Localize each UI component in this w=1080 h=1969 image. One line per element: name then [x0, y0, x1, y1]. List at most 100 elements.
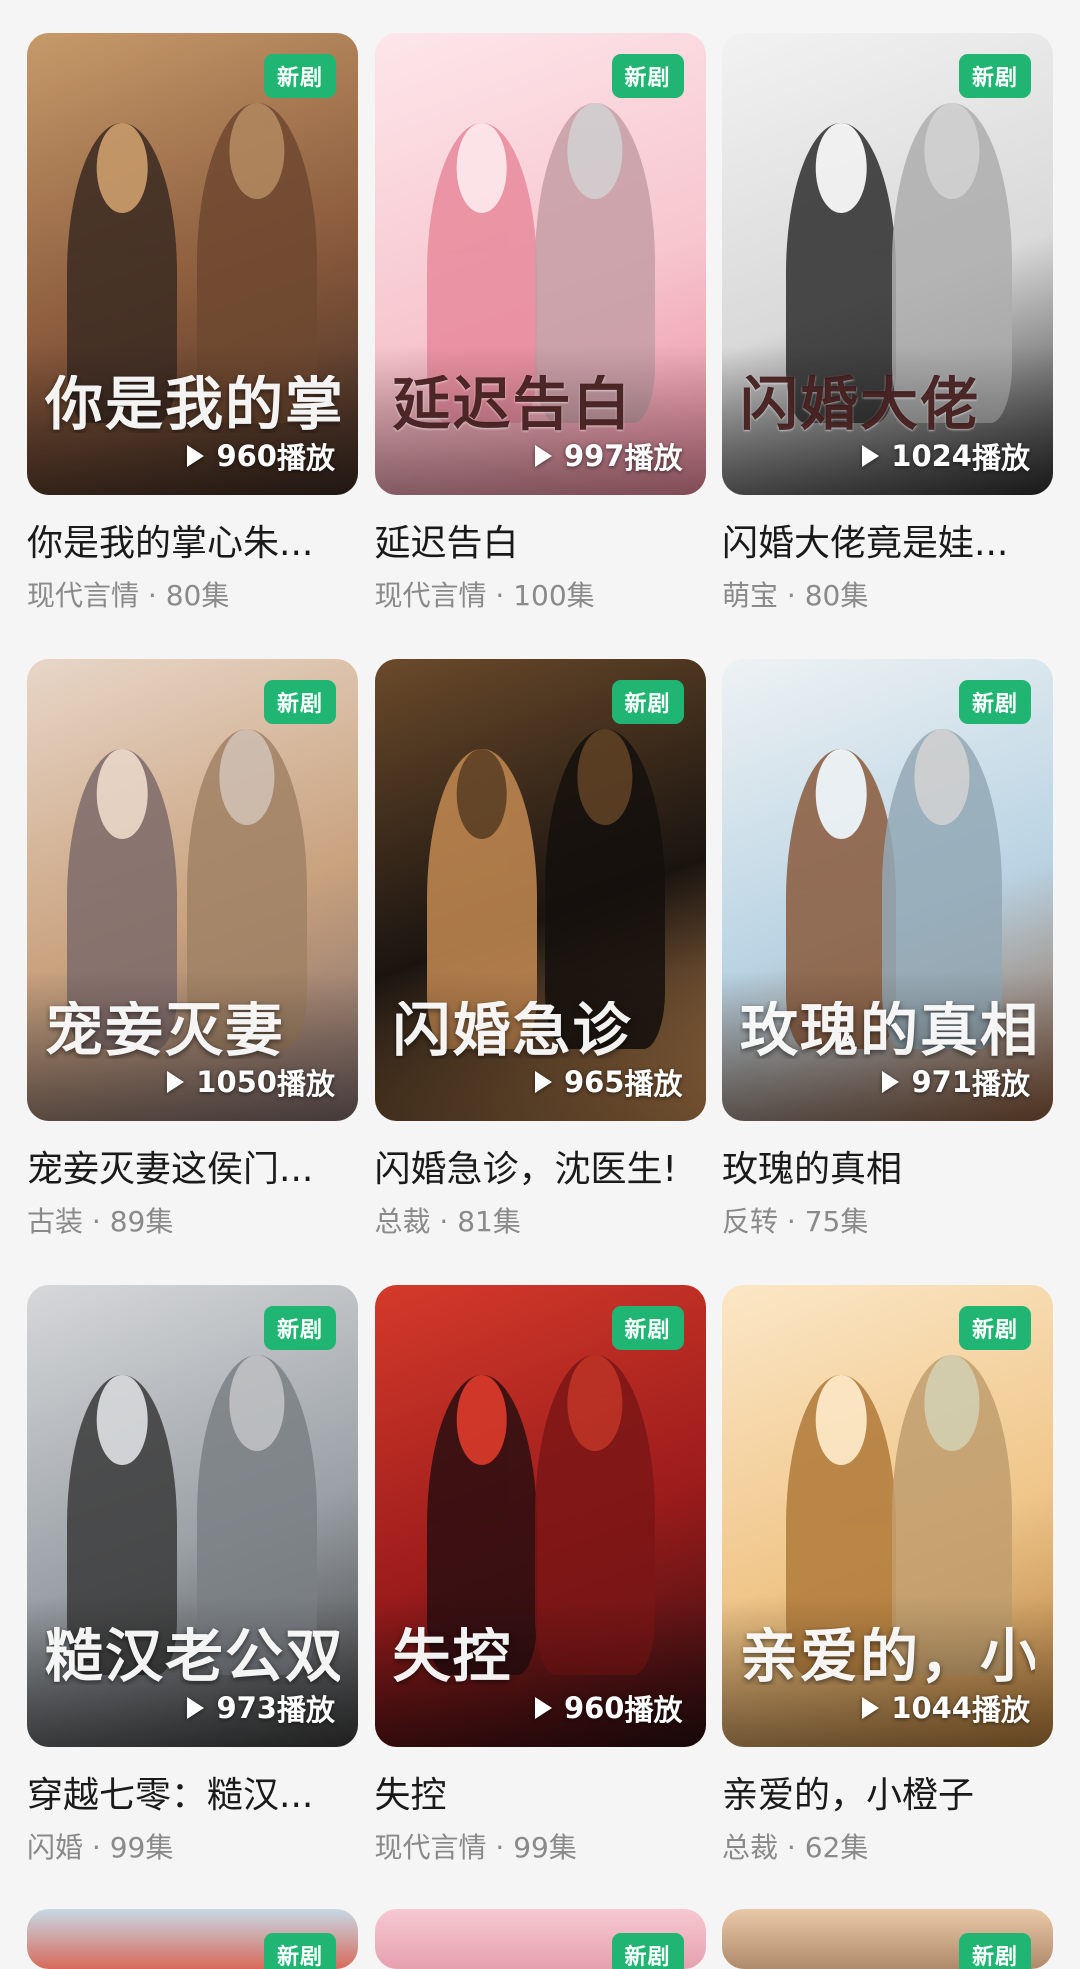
drama-episodes: 80集 [165, 579, 230, 612]
play-count: 1024 播放 [862, 435, 1030, 477]
play-count-number: 1044 [891, 1691, 972, 1725]
play-count-suffix: 播放 [971, 441, 1030, 475]
drama-title[interactable]: 闪婚急诊，沈医生! [375, 1149, 706, 1191]
new-drama-badge: 新剧 [264, 54, 336, 98]
new-drama-badge: 新剧 [959, 1933, 1031, 1969]
drama-genre: 现代言情 [374, 1831, 487, 1864]
new-drama-badge: 新剧 [611, 1306, 684, 1350]
play-count-number: 1024 [891, 439, 972, 473]
play-count-number: 971 [911, 1065, 972, 1099]
play-count: 973 播放 [187, 1687, 335, 1729]
drama-genre: 现代言情 [27, 579, 140, 612]
drama-title[interactable]: 亲爱的，小橙子 [722, 1775, 1053, 1817]
play-icon [534, 1697, 552, 1719]
drama-episodes: 100集 [513, 579, 595, 612]
new-drama-badge: 新剧 [959, 54, 1031, 98]
drama-poster[interactable]: 玫瑰的真相 新剧 971 播放 [722, 659, 1053, 1121]
play-icon [187, 445, 205, 467]
drama-title[interactable]: 延迟告白 [375, 523, 706, 565]
drama-poster[interactable]: 闪婚急诊 新剧 965 播放 [374, 659, 706, 1121]
drama-poster-partial[interactable]: 新剧 [722, 1909, 1053, 1969]
drama-poster[interactable]: 失控 新剧 960 播放 [374, 1285, 706, 1747]
drama-poster[interactable]: 糙汉老公双开门 新剧 973 播放 [27, 1285, 358, 1747]
drama-poster[interactable]: 你是我的掌心朱砂痣 新剧 960 播放 [27, 33, 358, 495]
drama-episodes: 99集 [109, 1831, 174, 1864]
play-count: 971 播放 [882, 1061, 1030, 1103]
drama-card[interactable]: 糙汉老公双开门 新剧 973 播放 穿越七零：糙汉... 闪婚 · 99集 [27, 1285, 358, 1911]
drama-card[interactable]: 宠妾灭妻 新剧 1050 播放 宠妾灭妻这侯门... 古装 · 89集 [27, 659, 358, 1285]
drama-poster[interactable]: 闪婚大佬 新剧 1024 播放 [722, 33, 1053, 495]
poster-title-art: 闪婚大佬 [740, 375, 981, 433]
drama-episodes: 89集 [109, 1205, 174, 1238]
drama-card[interactable]: 失控 新剧 960 播放 失控 现代言情 · 99集 [374, 1285, 706, 1911]
play-icon [167, 1071, 185, 1093]
play-count: 960 播放 [187, 435, 335, 477]
play-count-suffix: 播放 [276, 1067, 335, 1101]
meta-separator: · [495, 1831, 514, 1864]
drama-card[interactable]: 你是我的掌心朱砂痣 新剧 960 播放 你是我的掌心朱... 现代言情 · 80… [27, 33, 358, 659]
play-icon [534, 445, 552, 467]
drama-meta: 闪婚 · 99集 [27, 1831, 358, 1865]
drama-title[interactable]: 你是我的掌心朱... [27, 523, 358, 565]
poster-title-art: 失控 [392, 1627, 513, 1685]
play-count-number: 1050 [196, 1065, 277, 1099]
play-icon [862, 445, 880, 467]
drama-episodes: 75集 [804, 1205, 869, 1238]
meta-separator: · [91, 1205, 110, 1238]
new-drama-badge: 新剧 [959, 680, 1031, 724]
play-icon [534, 1071, 552, 1093]
play-count-suffix: 播放 [971, 1067, 1030, 1101]
drama-poster-partial[interactable]: 新剧 [374, 1909, 706, 1969]
drama-meta: 总裁 · 81集 [375, 1205, 706, 1239]
drama-genre: 现代言情 [374, 579, 487, 612]
poster-title-art: 糙汉老公双开门 [45, 1627, 340, 1685]
drama-genre: 总裁 [374, 1205, 431, 1238]
play-count-number: 997 [563, 439, 625, 473]
drama-episodes: 80集 [804, 579, 869, 612]
drama-title[interactable]: 玫瑰的真相 [722, 1149, 1053, 1191]
drama-poster[interactable]: 延迟告白 新剧 997 播放 [374, 33, 706, 495]
drama-grid: 你是我的掌心朱砂痣 新剧 960 播放 你是我的掌心朱... 现代言情 · 80… [27, 33, 1053, 1911]
drama-card[interactable]: 延迟告白 新剧 997 播放 延迟告白 现代言情 · 100集 [374, 33, 706, 659]
drama-card[interactable]: 玫瑰的真相 新剧 971 播放 玫瑰的真相 反转 · 75集 [722, 659, 1053, 1285]
drama-genre: 反转 [722, 1205, 779, 1238]
play-count: 965 播放 [534, 1061, 683, 1103]
drama-card[interactable]: 闪婚大佬 新剧 1024 播放 闪婚大佬竟是娃... 萌宝 · 80集 [722, 33, 1053, 659]
play-icon [187, 1697, 205, 1719]
drama-genre: 总裁 [722, 1831, 779, 1864]
play-count-number: 960 [216, 439, 277, 473]
play-count-suffix: 播放 [971, 1693, 1030, 1727]
drama-title[interactable]: 闪婚大佬竟是娃... [722, 523, 1053, 565]
new-drama-badge: 新剧 [264, 1933, 336, 1969]
meta-separator: · [786, 579, 805, 612]
poster-title-art: 闪婚急诊 [392, 1001, 633, 1059]
drama-meta: 总裁 · 62集 [722, 1831, 1053, 1865]
drama-title[interactable]: 穿越七零：糙汉... [27, 1775, 358, 1817]
new-drama-badge: 新剧 [264, 1306, 336, 1350]
drama-poster[interactable]: 宠妾灭妻 新剧 1050 播放 [27, 659, 358, 1121]
play-count-suffix: 播放 [624, 1693, 683, 1727]
drama-meta: 现代言情 · 80集 [27, 579, 358, 613]
play-icon [882, 1071, 900, 1093]
drama-title[interactable]: 失控 [375, 1775, 706, 1817]
drama-card[interactable]: 亲爱的，小橙子 新剧 1044 播放 亲爱的，小橙子 总裁 · 62集 [722, 1285, 1053, 1911]
poster-title-art: 延迟告白 [392, 375, 633, 433]
new-drama-badge: 新剧 [959, 1306, 1031, 1350]
drama-card[interactable]: 闪婚急诊 新剧 965 播放 闪婚急诊，沈医生! 总裁 · 81集 [374, 659, 706, 1285]
drama-episodes: 62集 [804, 1831, 869, 1864]
play-count-number: 965 [563, 1065, 625, 1099]
play-count-suffix: 播放 [624, 1067, 683, 1101]
play-count-suffix: 播放 [624, 441, 683, 475]
drama-meta: 古装 · 89集 [27, 1205, 358, 1239]
meta-separator: · [495, 579, 514, 612]
drama-poster[interactable]: 亲爱的，小橙子 新剧 1044 播放 [722, 1285, 1053, 1747]
new-drama-badge: 新剧 [611, 1933, 684, 1969]
meta-separator: · [786, 1831, 805, 1864]
play-count-number: 960 [563, 1691, 625, 1725]
play-count: 960 播放 [534, 1687, 683, 1729]
drama-poster-partial[interactable]: 新剧 [27, 1909, 358, 1969]
poster-title-art: 你是我的掌心朱砂痣 [45, 375, 340, 433]
poster-title-art: 亲爱的，小橙子 [740, 1627, 1035, 1685]
drama-title[interactable]: 宠妾灭妻这侯门... [27, 1149, 358, 1191]
play-count-number: 973 [216, 1691, 277, 1725]
